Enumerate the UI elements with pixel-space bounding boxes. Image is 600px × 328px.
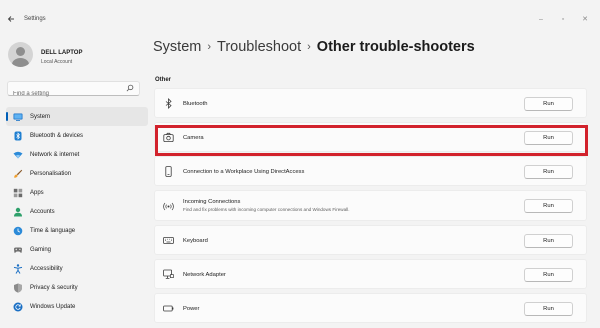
- page-title: Other trouble-shooters: [316, 39, 475, 55]
- row-title: Network Adapter: [183, 272, 226, 278]
- troubleshooter-directaccess: Connection to a Workplace Using DirectAc…: [154, 156, 587, 186]
- troubleshooter-keyboard: Keyboard Run: [154, 225, 587, 255]
- shield-icon: [14, 283, 22, 293]
- sidebar-item-label: Apps: [30, 189, 44, 196]
- sidebar-item-label: Personalisation: [30, 170, 72, 177]
- sidebar-item-label: Windows Update: [30, 303, 76, 310]
- sidebar-item-system[interactable]: System: [6, 107, 148, 126]
- title-bar: Settings – ▫ ✕: [0, 0, 600, 36]
- sidebar-item-windows-update[interactable]: Windows Update: [6, 297, 148, 316]
- breadcrumb-separator: ›: [307, 41, 311, 53]
- keyboard-icon: [163, 237, 174, 244]
- sidebar-item-privacy-security[interactable]: Privacy & security: [6, 278, 148, 297]
- sidebar-item-bluetooth-devices[interactable]: Bluetooth & devices: [6, 126, 148, 145]
- phone-device-icon: [165, 166, 172, 177]
- window-controls: – ▫ ✕: [530, 12, 596, 26]
- sidebar-item-label: Accessibility: [30, 265, 63, 272]
- apps-icon: [13, 188, 23, 197]
- troubleshooter-camera: Camera Run: [154, 122, 587, 152]
- run-bluetooth-button[interactable]: Run: [524, 97, 573, 111]
- sidebar: DELL LAPTOP Local Account System Bluetoo…: [0, 36, 148, 328]
- system-icon: [13, 113, 23, 121]
- search-icon: [126, 84, 134, 92]
- profile-name: DELL LAPTOP: [41, 50, 83, 56]
- bluetooth-icon: [165, 98, 172, 109]
- run-keyboard-button[interactable]: Run: [524, 234, 573, 248]
- profile-account-type: Local Account: [41, 59, 73, 65]
- sidebar-item-label: Bluetooth & devices: [30, 132, 84, 139]
- maximize-button[interactable]: ▫: [552, 12, 574, 26]
- gamepad-icon: [14, 247, 22, 253]
- sidebar-item-gaming[interactable]: Gaming: [6, 240, 148, 259]
- breadcrumb-separator: ›: [207, 41, 212, 53]
- search-input[interactable]: [8, 87, 118, 101]
- troubleshooter-network-adapter: Network Adapter Run: [154, 259, 587, 289]
- troubleshooter-power: Power Run: [154, 293, 587, 323]
- breadcrumb-system[interactable]: System: [153, 39, 201, 55]
- user-profile[interactable]: DELL LAPTOP Local Account: [8, 42, 148, 68]
- back-button[interactable]: [7, 15, 15, 24]
- troubleshooter-bluetooth: Bluetooth Run: [154, 88, 587, 118]
- avatar: [8, 42, 33, 67]
- run-network-adapter-button[interactable]: Run: [524, 268, 573, 282]
- network-icon: [13, 151, 23, 158]
- accessibility-icon: [13, 263, 23, 274]
- sidebar-item-label: Time & language: [30, 227, 76, 234]
- breadcrumb-troubleshoot[interactable]: Troubleshoot: [217, 39, 301, 55]
- troubleshooter-list: Bluetooth Run Camera Run Connection to a…: [154, 88, 587, 327]
- row-title: Incoming Connections: [183, 199, 241, 205]
- sidebar-item-accessibility[interactable]: Accessibility: [6, 259, 148, 278]
- row-title: Connection to a Workplace Using DirectAc…: [183, 169, 305, 175]
- sidebar-item-accounts[interactable]: Accounts: [6, 202, 148, 221]
- back-arrow-icon: [7, 16, 14, 22]
- sidebar-item-label: Privacy & security: [30, 284, 78, 291]
- minimize-button[interactable]: –: [530, 12, 552, 26]
- globe-clock-icon: [13, 226, 23, 235]
- camera-icon: [163, 132, 174, 142]
- update-icon: [13, 302, 23, 311]
- app-title: Settings: [24, 16, 46, 22]
- sidebar-item-time-language[interactable]: Time & language: [6, 221, 148, 240]
- broadcast-icon: [163, 202, 174, 211]
- battery-icon: [163, 305, 174, 312]
- accounts-icon: [14, 207, 22, 216]
- bluetooth-devices-icon: [14, 131, 22, 140]
- run-directaccess-button[interactable]: Run: [524, 165, 573, 179]
- sidebar-item-apps[interactable]: Apps: [6, 183, 148, 202]
- sidebar-item-network[interactable]: Network & internet: [6, 145, 148, 164]
- monitor-network-icon: [163, 269, 174, 279]
- brush-icon: [14, 169, 23, 178]
- search-box[interactable]: [7, 81, 140, 101]
- run-camera-button[interactable]: Run: [524, 131, 573, 145]
- troubleshooter-incoming-connections: Incoming Connections Find and fix proble…: [154, 190, 587, 221]
- sidebar-item-label: Gaming: [30, 246, 52, 253]
- close-button[interactable]: ✕: [574, 12, 596, 26]
- sidebar-item-personalisation[interactable]: Personalisation: [6, 164, 148, 183]
- sidebar-nav: System Bluetooth & devices Network & int…: [6, 107, 148, 316]
- row-description: Find and fix problems with incoming comp…: [183, 207, 350, 212]
- section-heading: Other: [155, 77, 172, 83]
- sidebar-item-label: Network & internet: [30, 151, 80, 158]
- run-incoming-connections-button[interactable]: Run: [524, 199, 573, 213]
- row-title: Keyboard: [183, 238, 208, 244]
- row-title: Power: [183, 306, 200, 312]
- run-power-button[interactable]: Run: [524, 302, 573, 316]
- row-title: Bluetooth: [183, 101, 208, 107]
- sidebar-item-label: Accounts: [30, 208, 55, 215]
- breadcrumb: System › Troubleshoot › Other trouble-sh…: [153, 39, 475, 55]
- sidebar-item-label: System: [30, 113, 51, 120]
- row-title: Camera: [183, 135, 204, 141]
